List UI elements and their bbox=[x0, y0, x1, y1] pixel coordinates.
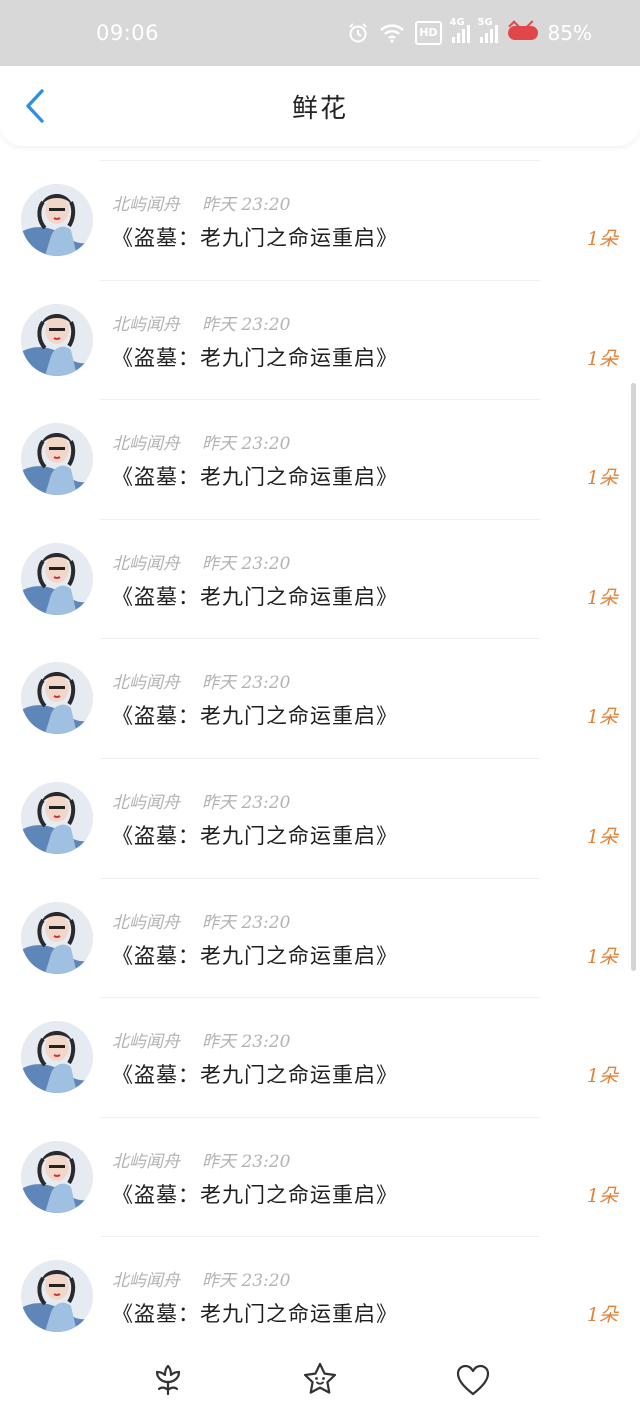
sender-name: 北屿闻舟 bbox=[112, 195, 180, 215]
book-title: 《盗墓：老九门之命运重启》 bbox=[112, 584, 398, 609]
avatar[interactable] bbox=[21, 303, 93, 376]
book-title: 《盗墓：老九门之命运重启》 bbox=[112, 465, 398, 490]
list-item[interactable]: 北屿闻舟 昨天 23:20 《盗墓：老九门之命运重启》 1朵 bbox=[0, 1236, 640, 1356]
status-bar: 09:06 HD 4G 5G 85% bbox=[0, 0, 640, 66]
list-item[interactable]: 北屿闻舟 昨天 23:20 《盗墓：老九门之命运重启》 1朵 bbox=[0, 877, 640, 998]
sender-name: 北屿闻舟 bbox=[112, 314, 180, 335]
list-item[interactable]: 北屿闻舟 昨天 23:20 《盗墓：老九门之命运重启》 1朵 bbox=[0, 997, 640, 1117]
list-item[interactable]: 北屿闻舟 昨天 23:20 《盗墓：老九门之命运重启》 1朵 bbox=[0, 518, 640, 639]
chevron-left-icon bbox=[26, 89, 44, 123]
sender-name: 北屿闻舟 bbox=[112, 673, 180, 694]
sender-name: 北屿闻舟 bbox=[112, 1271, 180, 1292]
sender-name: 北屿闻舟 bbox=[112, 1032, 180, 1053]
item-meta: 北屿闻舟 昨天 23:20 bbox=[112, 190, 290, 215]
avatar[interactable] bbox=[21, 184, 93, 256]
item-meta: 北屿闻舟 昨天 23:20 bbox=[112, 310, 290, 335]
sender-name: 北屿闻舟 bbox=[112, 912, 180, 933]
flower-icon[interactable] bbox=[148, 1360, 188, 1400]
flower-count: 1朵 bbox=[586, 586, 618, 609]
sender-name: 北屿闻舟 bbox=[112, 1151, 180, 1172]
hd-badge: HD bbox=[415, 21, 442, 45]
avatar[interactable] bbox=[21, 901, 93, 974]
item-meta: 北屿闻舟 昨天 23:20 bbox=[112, 1147, 290, 1172]
book-title: 《盗墓：老九门之命运重启》 bbox=[112, 1182, 398, 1207]
flower-count: 1朵 bbox=[586, 347, 618, 370]
net-5g-label: 5G bbox=[477, 17, 493, 28]
status-time: 09:06 bbox=[96, 21, 160, 45]
heart-icon[interactable] bbox=[453, 1360, 493, 1400]
send-time: 昨天 23:20 bbox=[202, 314, 291, 335]
battery-icon bbox=[507, 21, 538, 45]
item-meta: 北屿闻舟 昨天 23:20 bbox=[112, 549, 290, 574]
flower-count: 1朵 bbox=[586, 706, 618, 729]
avatar[interactable] bbox=[21, 662, 93, 735]
avatar[interactable] bbox=[21, 1140, 93, 1213]
list-item[interactable]: 北屿闻舟 昨天 23:20 《盗墓：老九门之命运重启》 1朵 bbox=[0, 279, 640, 400]
flower-count: 1朵 bbox=[586, 1065, 618, 1088]
send-time: 昨天 23:20 bbox=[202, 1032, 291, 1053]
send-time: 昨天 23:20 bbox=[202, 553, 291, 574]
item-meta: 北屿闻舟 昨天 23:20 bbox=[112, 429, 290, 454]
send-time: 昨天 23:20 bbox=[202, 673, 291, 694]
book-title: 《盗墓：老九门之命运重启》 bbox=[112, 943, 398, 968]
status-icons: HD 4G 5G 85% bbox=[347, 17, 592, 45]
list-item[interactable]: 北屿闻舟 昨天 23:20 《盗墓：老九门之命运重启》 1朵 bbox=[0, 638, 640, 758]
flower-count: 1朵 bbox=[586, 945, 618, 968]
item-meta: 北屿闻舟 昨天 23:20 bbox=[112, 668, 290, 693]
avatar[interactable] bbox=[21, 542, 93, 615]
list-item[interactable]: 北屿闻舟 昨天 23:20 《盗墓：老九门之命运重启》 1朵 bbox=[0, 757, 640, 878]
header: 鲜花 bbox=[0, 66, 640, 146]
sender-name: 北屿闻舟 bbox=[112, 434, 180, 455]
item-meta: 北屿闻舟 昨天 23:20 bbox=[112, 908, 290, 933]
avatar[interactable] bbox=[21, 423, 93, 496]
list-item[interactable]: 北屿闻舟 昨天 23:20 《盗墓：老九门之命运重启》 1朵 bbox=[0, 160, 640, 280]
send-time: 昨天 23:20 bbox=[202, 1151, 291, 1172]
flower-count: 1朵 bbox=[586, 1184, 618, 1207]
avatar[interactable] bbox=[21, 781, 93, 854]
avatar[interactable] bbox=[21, 1021, 93, 1094]
star-icon[interactable] bbox=[300, 1360, 340, 1400]
flower-count: 1朵 bbox=[586, 228, 618, 250]
signal-5g-icon: 5G bbox=[478, 17, 498, 43]
bottom-nav bbox=[0, 1346, 640, 1422]
book-title: 《盗墓：老九门之命运重启》 bbox=[112, 1302, 398, 1327]
page-title: 鲜花 bbox=[291, 93, 348, 124]
send-time: 昨天 23:20 bbox=[202, 912, 291, 933]
avatar[interactable] bbox=[21, 1260, 93, 1333]
flower-count: 1朵 bbox=[586, 825, 618, 848]
book-title: 《盗墓：老九门之命运重启》 bbox=[112, 226, 398, 250]
back-button[interactable] bbox=[20, 88, 50, 124]
net-4g-label: 4G bbox=[449, 17, 465, 28]
list-item[interactable]: 北屿闻舟 昨天 23:20 《盗墓：老九门之命运重启》 1朵 bbox=[0, 399, 640, 519]
battery-percent: 85% bbox=[547, 21, 592, 45]
item-meta: 北屿闻舟 昨天 23:20 bbox=[112, 1027, 290, 1052]
book-title: 《盗墓：老九门之命运重启》 bbox=[112, 704, 398, 729]
sender-name: 北屿闻舟 bbox=[112, 792, 180, 813]
wifi-icon bbox=[379, 21, 405, 45]
send-time: 昨天 23:20 bbox=[202, 434, 291, 455]
flower-count: 1朵 bbox=[586, 1304, 618, 1327]
list-item[interactable]: 北屿闻舟 昨天 23:20 《盗墓：老九门之命运重启》 1朵 bbox=[0, 1116, 640, 1237]
flower-count: 1朵 bbox=[586, 467, 618, 490]
send-time: 昨天 23:20 bbox=[202, 792, 291, 813]
book-title: 《盗墓：老九门之命运重启》 bbox=[112, 345, 398, 370]
sender-name: 北屿闻舟 bbox=[112, 553, 180, 574]
send-time: 昨天 23:20 bbox=[202, 1271, 291, 1292]
alarm-icon bbox=[347, 21, 369, 45]
flower-record-list: 北屿闻舟 昨天 23:20 《盗墓：老九门之命运重启》 1朵 北屿闻舟 昨天 2… bbox=[0, 160, 640, 1356]
signal-4g-icon: 4G bbox=[450, 17, 470, 43]
item-meta: 北屿闻舟 昨天 23:20 bbox=[112, 788, 290, 813]
item-meta: 北屿闻舟 昨天 23:20 bbox=[112, 1266, 290, 1291]
book-title: 《盗墓：老九门之命运重启》 bbox=[112, 1063, 398, 1088]
send-time: 昨天 23:20 bbox=[202, 195, 291, 215]
book-title: 《盗墓：老九门之命运重启》 bbox=[112, 823, 398, 848]
